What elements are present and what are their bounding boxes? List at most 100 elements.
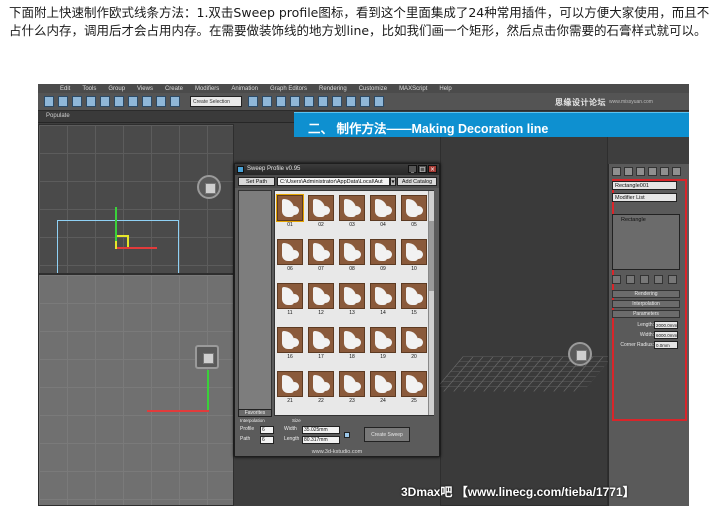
rollout-rendering[interactable]: Rendering [612,290,680,298]
profile-thumb[interactable]: 03 [339,195,365,230]
path-field[interactable]: C:\Users\Administrator\AppData\Local\Aut [277,177,390,186]
perspective-viewport[interactable] [440,124,608,506]
select-icon[interactable] [100,96,110,107]
remove-modifier-icon[interactable] [654,275,663,284]
snap-icon[interactable] [156,96,166,107]
catalog-list[interactable] [238,190,272,414]
layer-icon[interactable] [276,96,286,107]
set-path-button[interactable]: Set Path [238,177,275,186]
profile-thumb[interactable]: 10 [401,239,427,274]
profile-thumb[interactable]: 05 [401,195,427,230]
profile-thumb[interactable]: 25 [401,371,427,406]
menu-item[interactable]: MAXScript [399,86,427,92]
material-editor-icon[interactable] [318,96,328,107]
profile-thumb[interactable]: 17 [308,327,334,362]
thumbnail-scrollbar[interactable] [428,191,434,415]
width-spinner[interactable]: 6000.0mm [654,331,678,339]
modify-tab-icon[interactable] [624,167,633,176]
profile-thumb[interactable]: 11 [277,283,303,318]
align-icon[interactable] [262,96,272,107]
angle-snap-icon[interactable] [170,96,180,107]
add-catalog-button[interactable]: Add Catalog [397,177,437,186]
profile-thumb[interactable]: 16 [277,327,303,362]
menu-item[interactable]: Graph Editors [270,86,307,92]
menu-item[interactable]: Rendering [319,86,347,92]
mirror-icon[interactable] [248,96,258,107]
window-titlebar[interactable]: Sweep Profile v0.95 _ □ × [235,164,439,175]
close-icon[interactable]: × [428,165,437,173]
scrollbar-thumb[interactable] [429,221,434,291]
menu-item[interactable]: Group [108,86,125,92]
profile-thumb[interactable]: 22 [308,371,334,406]
hierarchy-tab-icon[interactable] [636,167,645,176]
create-sweep-button[interactable]: Create Sweep [364,427,410,442]
display-tab-icon[interactable] [660,167,669,176]
rotate-icon[interactable] [128,96,138,107]
profile-thumb[interactable]: 24 [370,371,396,406]
front-viewport[interactable] [38,274,234,506]
chevron-down-icon[interactable]: ▼ [390,177,396,186]
profile-thumb[interactable]: 12 [308,283,334,318]
modifier-stack[interactable]: Rectangle [612,214,680,270]
menu-item[interactable]: Create [165,86,183,92]
top-viewport[interactable] [38,124,234,274]
menu-item[interactable]: Animation [231,86,258,92]
create-tab-icon[interactable] [612,167,621,176]
profile-thumb[interactable]: 02 [308,195,334,230]
menu-item[interactable]: Tools [82,86,96,92]
motion-tab-icon[interactable] [648,167,657,176]
modifier-list-dropdown[interactable]: Modifier List [612,193,677,202]
corner-radius-spinner[interactable]: 0.0mm [654,341,678,349]
profile-thumb[interactable]: 18 [339,327,365,362]
curve-editor-icon[interactable] [290,96,300,107]
profile-thumb[interactable]: 13 [339,283,365,318]
profile-thumb[interactable]: 08 [339,239,365,274]
profile-steps-field[interactable]: 6 [260,426,274,434]
rollout-parameters[interactable]: Parameters [612,310,680,318]
profile-thumb[interactable]: 20 [401,327,427,362]
sweep-profile-icon[interactable] [332,96,342,107]
profile-thumb[interactable]: 09 [370,239,396,274]
minimize-icon[interactable]: _ [408,165,417,173]
viewcube-icon[interactable] [195,345,219,369]
profile-thumb[interactable]: 21 [277,371,303,406]
maximize-icon[interactable]: □ [418,165,427,173]
render-icon[interactable] [374,96,384,107]
undo-icon[interactable] [44,96,54,107]
profile-thumb[interactable]: 19 [370,327,396,362]
stack-item[interactable]: Rectangle [621,217,646,223]
utilities-tab-icon[interactable] [672,167,681,176]
profile-thumb[interactable]: 04 [370,195,396,230]
pin-stack-icon[interactable] [612,275,621,284]
width-field[interactable]: 35.025mm [302,426,340,434]
configure-sets-icon[interactable] [668,275,677,284]
length-field[interactable]: 80.317mm [302,436,340,444]
profile-thumb[interactable]: 07 [308,239,334,274]
redo-icon[interactable] [58,96,68,107]
object-name-field[interactable]: Rectangle001 [612,181,677,190]
perspective-viewcube-icon[interactable] [568,342,592,366]
make-unique-icon[interactable] [640,275,649,284]
profile-thumb[interactable]: 01 [276,194,304,230]
move-icon[interactable] [114,96,124,107]
menu-item[interactable]: Help [439,86,451,92]
link-icon[interactable] [72,96,82,107]
profile-thumb[interactable]: 06 [277,239,303,274]
rollout-interpolation[interactable]: Interpolation [612,300,680,308]
profile-thumb[interactable]: 14 [370,283,396,318]
selection-set-dropdown[interactable]: Create Selection [190,96,242,107]
menu-item[interactable]: Modifiers [195,86,219,92]
schematic-icon[interactable] [304,96,314,107]
menu-item[interactable]: Views [137,86,153,92]
ribbon-tab-populate[interactable]: Populate [46,113,70,119]
menu-item[interactable]: Customize [359,86,387,92]
lock-ratio-icon[interactable] [344,432,350,438]
menu-item[interactable]: Edit [60,86,70,92]
render-setup-icon[interactable] [346,96,356,107]
length-spinner[interactable]: 2000.0mm [654,321,678,329]
show-end-result-icon[interactable] [626,275,635,284]
unlink-icon[interactable] [86,96,96,107]
render-frame-icon[interactable] [360,96,370,107]
path-steps-field[interactable]: 6 [260,436,274,444]
profile-thumb[interactable]: 15 [401,283,427,318]
